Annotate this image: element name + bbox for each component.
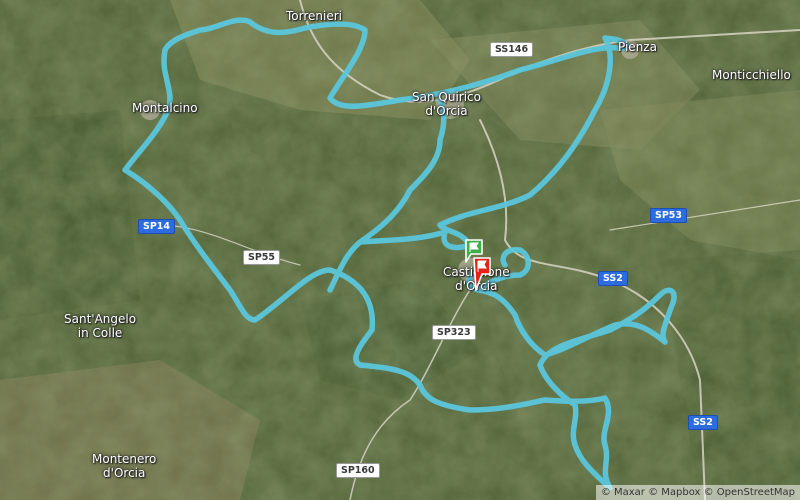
place-label-monticchiello: Monticchiello xyxy=(712,68,791,82)
place-label-sant-angelo-line1: Sant'Angelo xyxy=(64,312,137,326)
map-view[interactable]: Torrenieri Montalcino San Quirico d'Orci… xyxy=(0,0,800,500)
place-label-san-quirico: San Quirico d'Orcia xyxy=(412,90,481,118)
place-label-montenero: Montenero d'Orcia xyxy=(92,452,156,480)
place-label-sant-angelo-line2: in Colle xyxy=(77,326,123,340)
place-label-torrenieri: Torrenieri xyxy=(286,9,342,23)
road-badge-sp53: SP53 xyxy=(650,208,688,223)
road-badge-sp14: SP14 xyxy=(138,219,176,234)
road-badge-sp55: SP55 xyxy=(243,250,281,265)
place-label-pienza: Pienza xyxy=(618,40,657,54)
road-badge-ss2-south: SS2 xyxy=(688,415,718,430)
road-badge-sp323: SP323 xyxy=(432,325,476,340)
map-attribution[interactable]: © Maxar © Mapbox © OpenStreetMap xyxy=(595,485,800,500)
place-label-montenero-line2: d'Orcia xyxy=(103,466,146,480)
road-badge-ss2-east: SS2 xyxy=(598,271,628,286)
place-label-sant-angelo: Sant'Angelo in Colle xyxy=(64,312,136,340)
road-badge-ss146: SS146 xyxy=(490,42,534,57)
finish-flag-icon[interactable] xyxy=(470,256,494,294)
place-label-san-quirico-line2: d'Orcia xyxy=(425,104,468,118)
satellite-imagery xyxy=(0,0,800,500)
place-label-montenero-line1: Montenero xyxy=(92,452,157,466)
place-label-montalcino: Montalcino xyxy=(132,101,198,115)
road-badge-sp160: SP160 xyxy=(336,463,380,478)
place-label-san-quirico-line1: San Quirico xyxy=(412,90,481,104)
